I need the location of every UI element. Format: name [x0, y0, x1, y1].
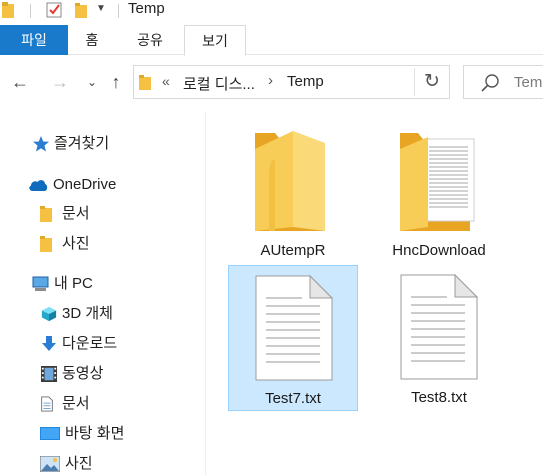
folder-icon	[40, 236, 52, 252]
search-placeholder: Temp	[514, 74, 543, 91]
file-item-test7[interactable]: Test7.txt	[228, 265, 358, 411]
file-item-hncdownload[interactable]: HncDownload	[374, 118, 504, 264]
file-item-test8[interactable]: Test8.txt	[374, 265, 504, 411]
picture-icon	[40, 456, 60, 472]
sidebar-item-label: 내 PC	[54, 275, 93, 292]
sidebar-item-label: 즐겨찾기	[54, 135, 110, 152]
computer-icon	[32, 276, 49, 291]
download-icon	[42, 336, 56, 351]
folder-icon	[255, 131, 325, 231]
star-icon	[33, 136, 49, 152]
breadcrumb-temp[interactable]: Temp	[287, 73, 324, 90]
back-arrow-icon[interactable]: ←	[8, 70, 32, 94]
sidebar-item-label: 사진	[62, 235, 90, 252]
sidebar-item-label: 문서	[62, 205, 90, 222]
forward-arrow-icon[interactable]: →	[48, 70, 72, 94]
tab-file[interactable]: 파일	[0, 25, 68, 55]
folder-icon	[139, 75, 151, 90]
sidebar-item-label: 3D 개체	[62, 305, 113, 322]
text-file-icon	[400, 273, 479, 380]
sidebar-item-label: 동영상	[62, 365, 104, 382]
tab-home[interactable]: 홈	[72, 25, 112, 55]
recent-locations-chevron-icon[interactable]: ⌄	[80, 70, 104, 94]
search-box[interactable]: Temp	[463, 65, 543, 99]
cloud-icon	[29, 180, 48, 191]
window-title: Temp	[128, 0, 165, 17]
file-name: AUtempR	[260, 242, 326, 259]
up-arrow-icon[interactable]: ↑	[104, 70, 128, 94]
sidebar-item-label: 문서	[62, 395, 90, 412]
document-icon	[41, 396, 53, 412]
new-folder-icon[interactable]	[74, 2, 88, 18]
film-icon	[41, 366, 57, 382]
file-name: HncDownload	[392, 242, 486, 259]
desktop-icon	[40, 427, 60, 440]
navigation-pane: 즐겨찾기 OneDrive 문서 사진 내 PC 3D 개체 다운로드 동영상 …	[0, 112, 205, 475]
toolbar-separator	[118, 4, 119, 18]
folder-icon	[40, 206, 52, 222]
file-name: Test8.txt	[411, 389, 467, 406]
breadcrumb-overflow[interactable]: «	[162, 73, 170, 89]
refresh-icon[interactable]: ↻	[424, 70, 440, 93]
breadcrumb-local-disk[interactable]: 로컬 디스...	[183, 73, 255, 94]
title-bar: ▼ Temp	[0, 0, 543, 24]
sidebar-item-label: 바탕 화면	[65, 425, 125, 442]
quick-access-dropdown-icon[interactable]: ▼	[96, 3, 106, 14]
cube-icon	[41, 306, 57, 322]
sidebar-item-label: 사진	[65, 455, 93, 472]
sidebar-item-label: OneDrive	[53, 176, 117, 193]
ribbon-tabs: 파일 홈 공유 보기	[0, 25, 543, 56]
tab-view[interactable]: 보기	[184, 25, 246, 56]
search-icon	[481, 74, 499, 92]
text-file-icon	[255, 274, 334, 381]
address-bar[interactable]: « 로컬 디스... › Temp ↻	[133, 65, 450, 99]
tab-share[interactable]: 공유	[125, 25, 175, 55]
sidebar-item-label: 다운로드	[62, 335, 118, 352]
navigation-bar: ← → ⌄ ↑ « 로컬 디스... › Temp ↻ Temp	[0, 56, 543, 112]
toolbar-separator	[30, 4, 31, 18]
file-list: AUtempR HncDownload Test7.txt Test8.txt	[206, 112, 543, 475]
folder-with-document-icon	[400, 133, 475, 231]
breadcrumb-separator-icon[interactable]: ›	[268, 72, 273, 89]
folder-icon	[2, 2, 14, 18]
address-divider	[414, 68, 415, 96]
properties-check-icon[interactable]	[45, 1, 63, 19]
file-name: Test7.txt	[265, 390, 321, 407]
file-item-autempr[interactable]: AUtempR	[228, 118, 358, 264]
